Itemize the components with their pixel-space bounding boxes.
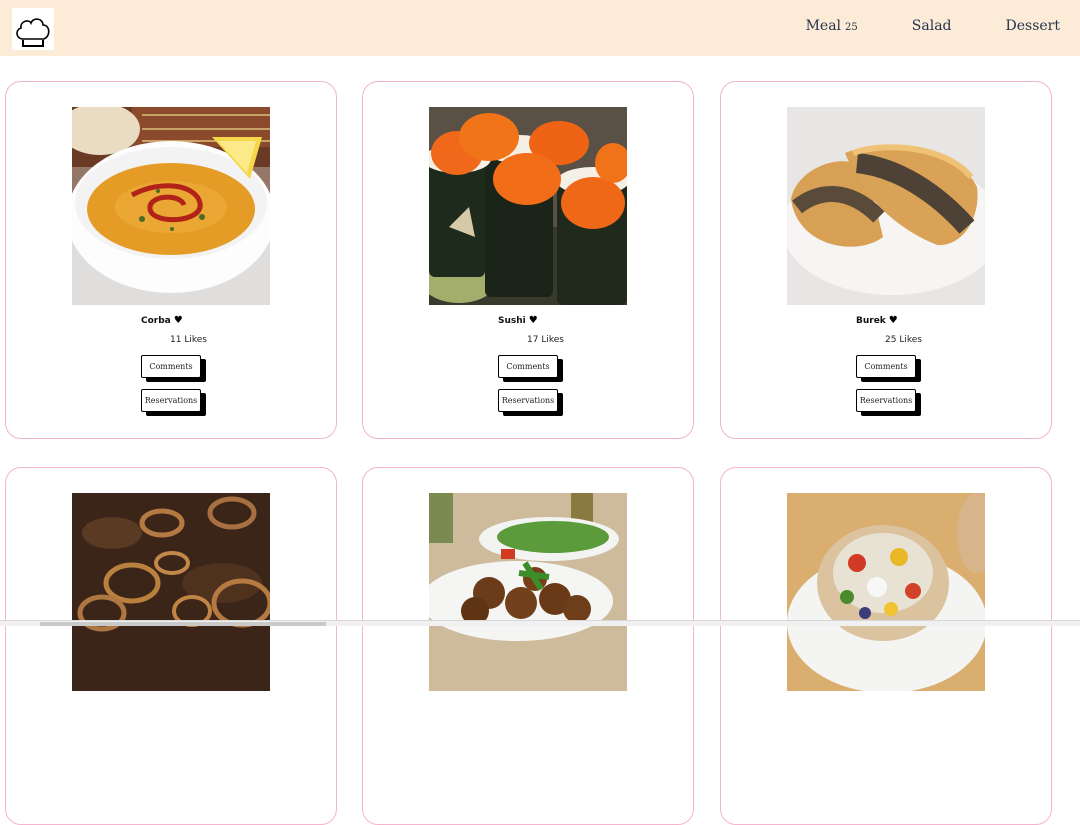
meal-title: Burek [856,316,886,326]
meal-card-sushi: Sushi ♥ 17 Likes Comments Reservations [362,81,694,439]
horizontal-scrollbar[interactable] [0,620,1080,626]
card-title-row: Burek ♥ [856,316,898,327]
lentil-soup-photo [72,107,270,305]
likes-count: 11 Likes [170,335,207,345]
chef-hat-icon [16,18,50,47]
reservations-button[interactable]: Reservations [141,389,201,412]
comments-button[interactable]: Comments [856,355,916,378]
beef-onion-photo [72,493,270,691]
meal-count: 25 [845,22,858,33]
reservations-button[interactable]: Reservations [498,389,558,412]
likes-count: 25 Likes [885,335,922,345]
main-nav: Meal 25 Salad Dessert [806,18,1060,34]
heart-icon[interactable]: ♥ [889,316,898,326]
meal-card-6 [720,467,1052,825]
nav-meal[interactable]: Meal 25 [806,18,858,34]
meal-card-5 [362,467,694,825]
meal-card-4 [5,467,337,825]
meal-card-corba: Corba ♥ 11 Likes Comments Reservations [5,81,337,439]
sushi-rolls-photo [429,107,627,305]
top-nav-bar: Meal 25 Salad Dessert [0,0,1080,56]
scrollbar-thumb[interactable] [40,622,326,626]
chef-logo[interactable] [12,8,54,50]
nav-salad[interactable]: Salad [912,18,952,34]
falafel-plate-photo [429,493,627,691]
nav-dessert[interactable]: Dessert [1006,18,1060,34]
meal-title: Sushi [498,316,526,326]
card-title-row: Corba ♥ [141,316,183,327]
comments-button[interactable]: Comments [498,355,558,378]
reservations-button[interactable]: Reservations [856,389,916,412]
meal-title: Corba [141,316,171,326]
meal-card-burek: Burek ♥ 25 Likes Comments Reservations [720,81,1052,439]
card-title-row: Sushi ♥ [498,316,538,327]
likes-count: 17 Likes [527,335,564,345]
stuffed-pita-photo [787,493,985,691]
burek-pastry-photo [787,107,985,305]
heart-icon[interactable]: ♥ [174,316,183,326]
comments-button[interactable]: Comments [141,355,201,378]
heart-icon[interactable]: ♥ [529,316,538,326]
